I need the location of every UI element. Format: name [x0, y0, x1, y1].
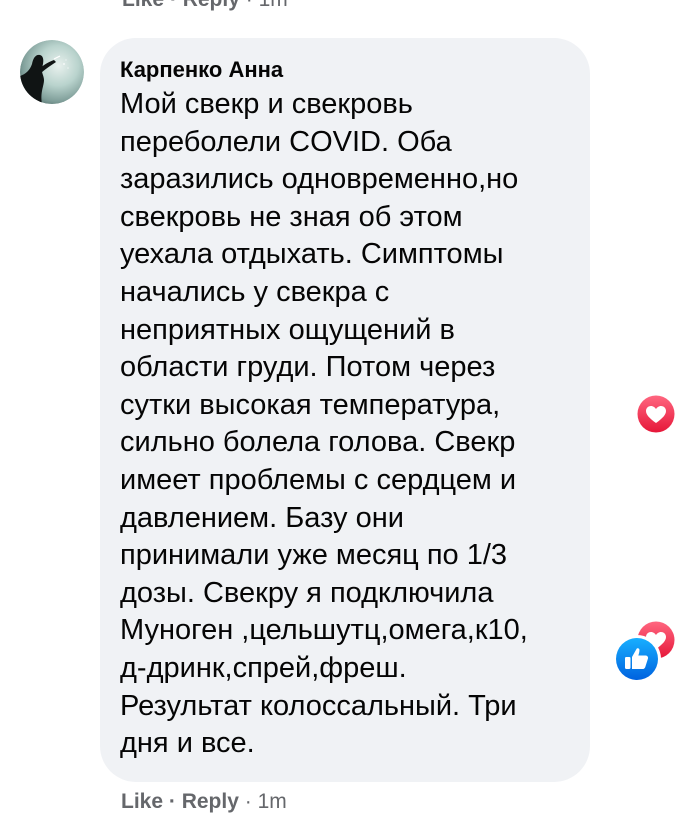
comment-line: д-дринк,спрей,фреш.	[120, 651, 407, 684]
comment-author[interactable]: Карпенко Анна	[120, 58, 570, 82]
comment-line: сутки высокая температура,	[120, 388, 501, 421]
comment-bubble: Карпенко Анна Мой свекр и свекровь переб…	[100, 38, 590, 782]
like-link[interactable]: Like	[121, 790, 163, 813]
reply-link[interactable]: Reply	[183, 0, 240, 11]
comment-line: свекровь не зная об этом	[120, 200, 463, 233]
comment-line: дня и все.	[120, 727, 255, 760]
reply-link[interactable]: Reply	[182, 790, 239, 813]
previous-comment-actions: Like · Reply · 1m	[122, 0, 288, 12]
comment-line: Муноген ,цельшутц,омега,к10,	[120, 614, 528, 647]
comment-line: уехала отдыхать. Симптомы	[120, 238, 504, 271]
comment-actions: Like · Reply · 1m	[121, 790, 287, 814]
comment-timestamp[interactable]: 1m	[259, 0, 288, 11]
separator: ·	[163, 790, 182, 813]
comment-line: переболели COVID. Оба	[120, 125, 452, 158]
comment-line: имеет проблемы с сердцем и	[120, 463, 517, 496]
comment-line: начались у свекра с	[120, 275, 390, 308]
avatar[interactable]	[20, 40, 84, 104]
comment-line: сильно болела голова. Свекр	[120, 426, 516, 459]
comment-text: Мой свекр и свекровь переболели COVID. О…	[120, 86, 570, 763]
comment-line: давлением. Базу они	[120, 501, 404, 534]
like-icon	[613, 635, 661, 683]
reactions-summary[interactable]	[612, 618, 680, 686]
reaction-love[interactable]	[634, 392, 678, 436]
comment-line: Мой свекр и свекровь	[120, 88, 413, 120]
comment-line: неприятных ощущений в	[120, 313, 455, 346]
comment-timestamp[interactable]: 1m	[258, 790, 287, 813]
separator: ·	[240, 0, 259, 11]
love-icon	[635, 393, 677, 435]
comment-line: дозы. Свекру я подключила	[120, 576, 494, 609]
like-link[interactable]: Like	[122, 0, 164, 11]
comment-line: Результат колоссальный. Три	[120, 689, 517, 722]
comment-line: принимали уже месяц по 1/3	[120, 539, 508, 572]
separator: ·	[238, 790, 258, 813]
separator: ·	[164, 0, 183, 11]
comment-line: заразились одновременно,но	[120, 163, 519, 196]
comment-line: области груди. Потом через	[120, 351, 496, 384]
